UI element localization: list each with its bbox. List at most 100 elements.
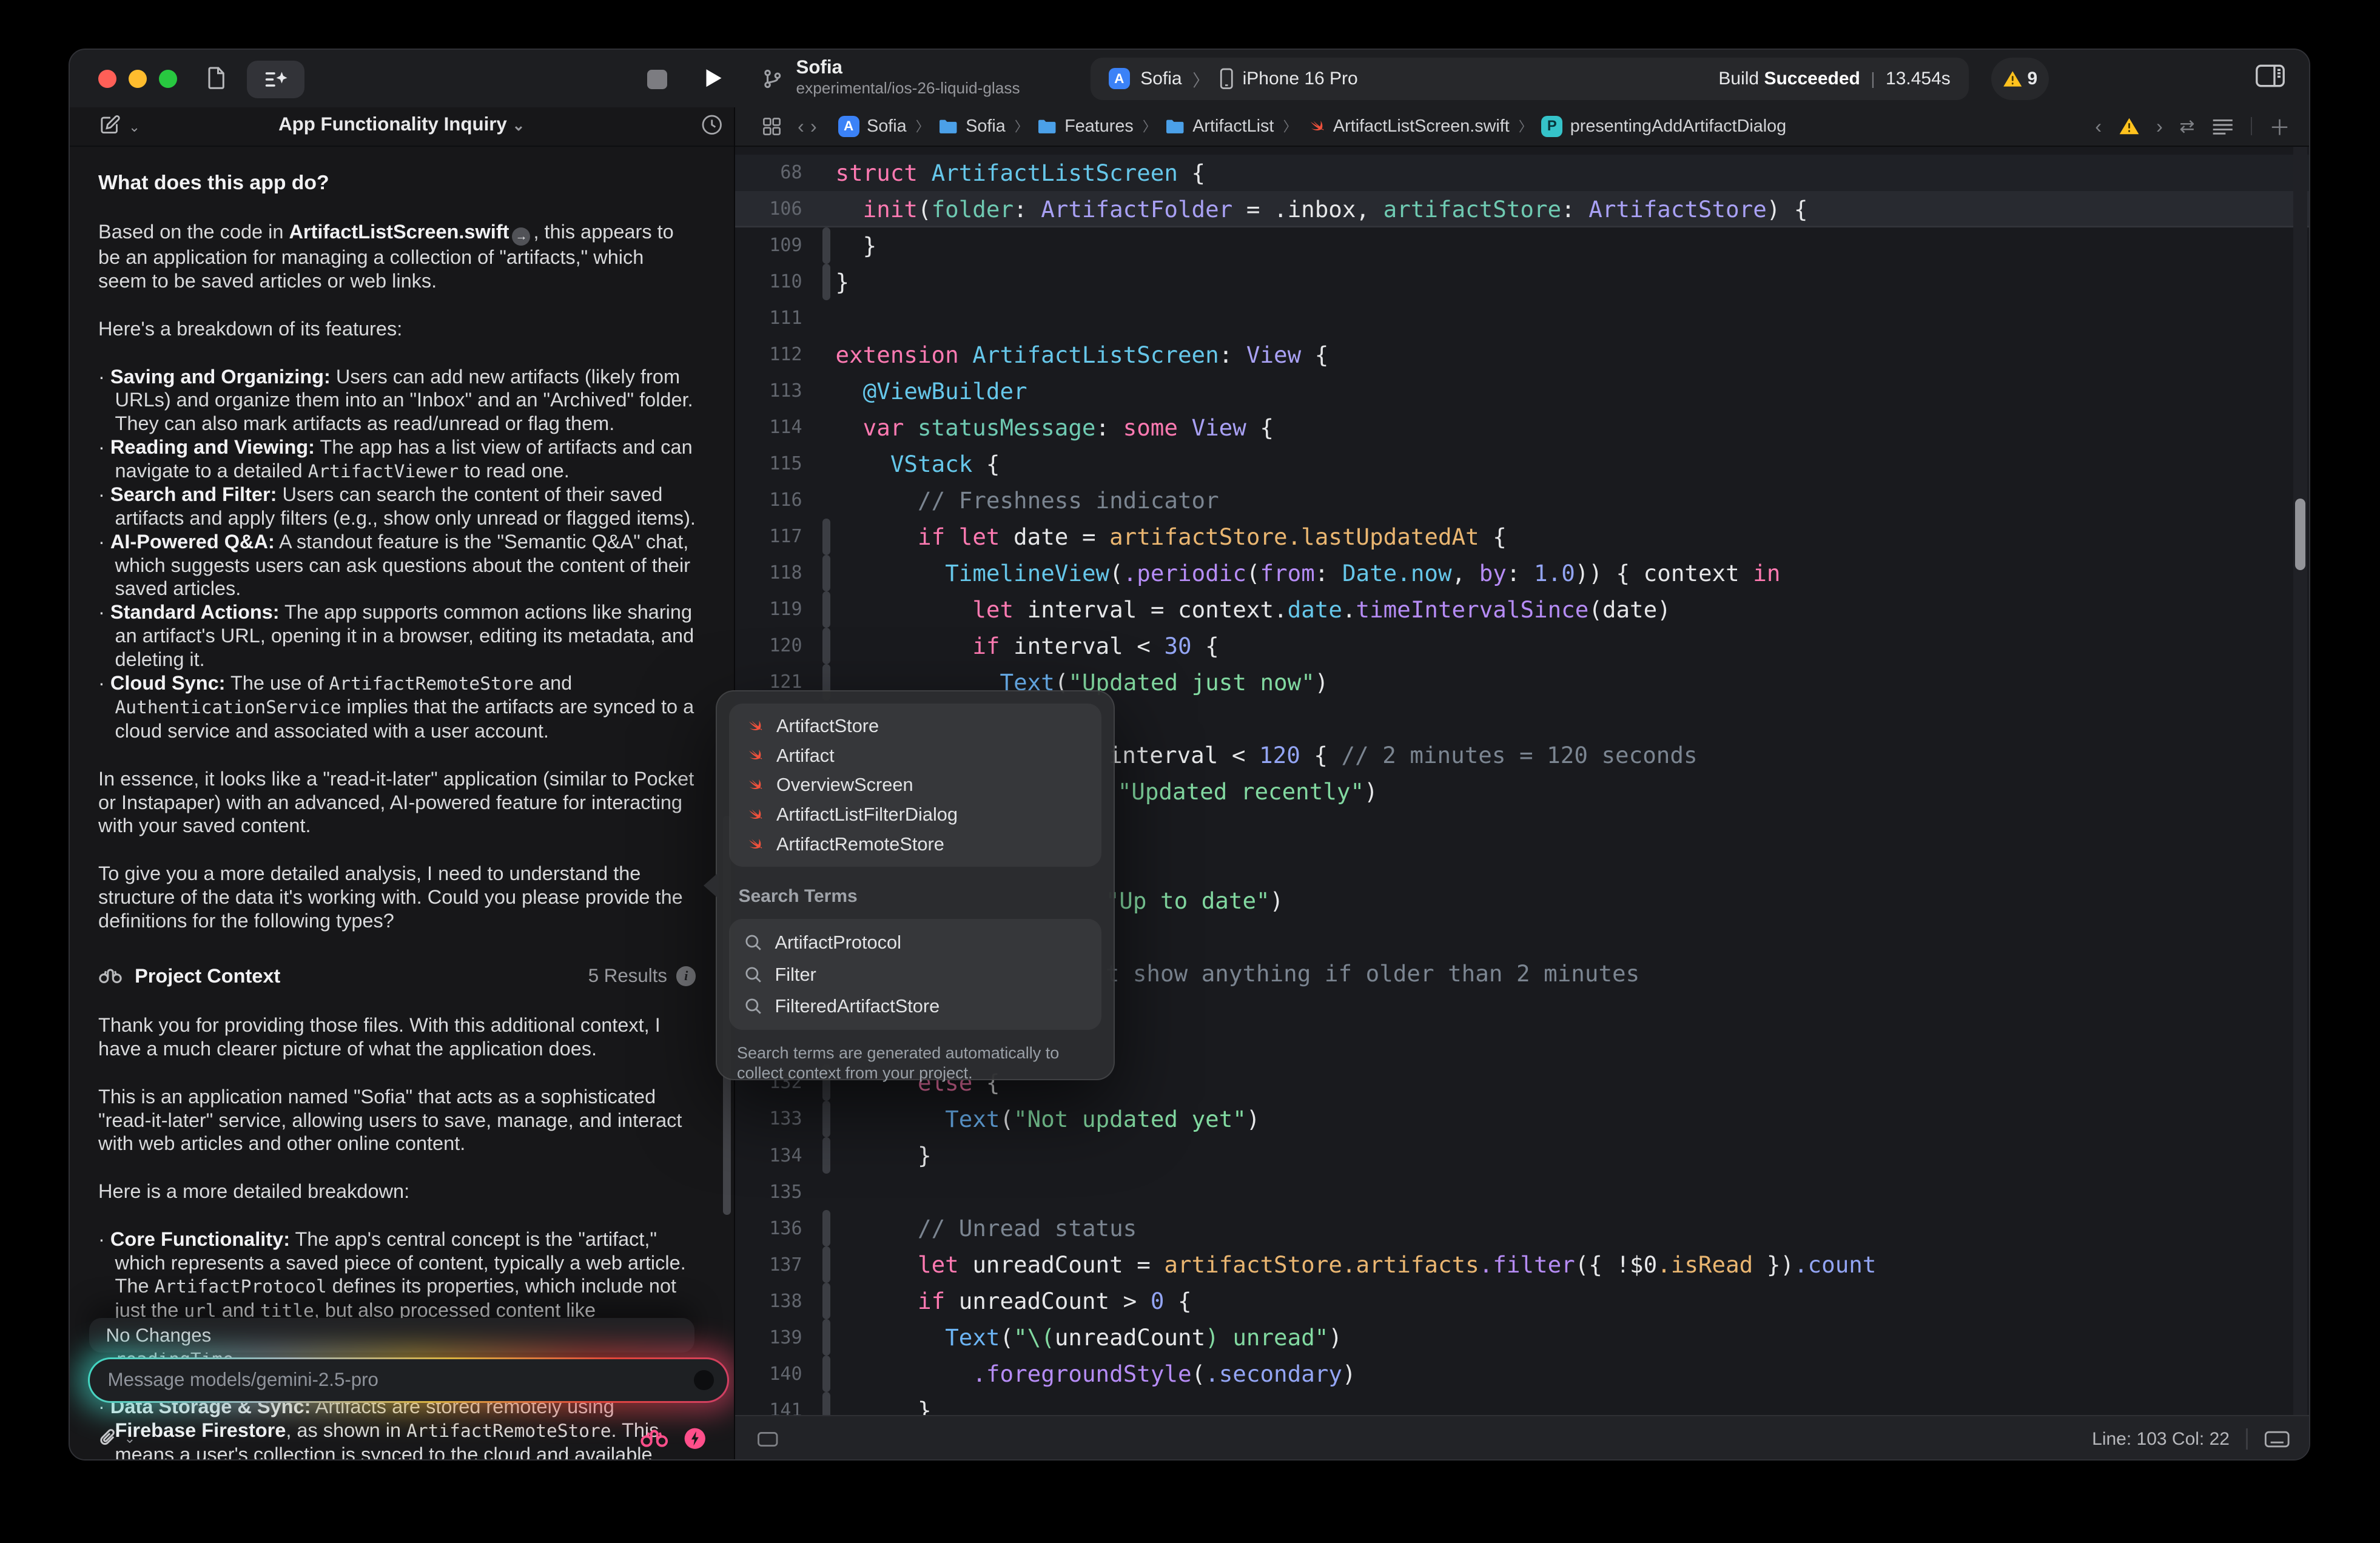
chat-bullet: · Cloud Sync: The use of ArtifactRemoteS…	[98, 671, 696, 743]
code-line[interactable]: 116// Freshness indicator	[735, 482, 2310, 519]
code-line[interactable]: 111	[735, 300, 2310, 337]
code-line[interactable]: 135	[735, 1174, 2310, 1210]
search-term-item[interactable]: Filter	[729, 958, 1101, 990]
editor-scroll-track[interactable]	[2293, 147, 2307, 1461]
code-text: }	[836, 264, 2310, 300]
editor-scroll-thumb[interactable]	[2295, 499, 2306, 570]
line-number: 116	[735, 489, 817, 511]
message-input[interactable]	[90, 1369, 694, 1391]
code-line[interactable]: 114var statusMessage: some View {	[735, 409, 2310, 446]
code-line[interactable]: 110}	[735, 264, 2310, 300]
breadcrumb-item[interactable]: ASofia	[838, 116, 907, 137]
code-line[interactable]: 115VStack {	[735, 446, 2310, 482]
next-issue-icon[interactable]: ›	[2156, 115, 2163, 138]
fold-ribbon-segment	[822, 227, 830, 264]
line-number: 139	[735, 1327, 817, 1348]
code-line[interactable]: 133Text("Not updated yet")	[735, 1101, 2310, 1137]
search-term-item[interactable]: FilteredArtifactStore	[729, 990, 1101, 1023]
code-line[interactable]: 113@ViewBuilder	[735, 373, 2310, 409]
code-line[interactable]: 112extension ArtifactListScreen: View {	[735, 337, 2310, 373]
swift-icon	[1306, 116, 1326, 136]
context-file-item[interactable]: ArtifactListFilterDialog	[729, 800, 1101, 830]
add-editor-icon[interactable]: ＋	[2269, 111, 2290, 142]
code-line[interactable]: 137let unreadCount = artifactStore.artif…	[735, 1246, 2310, 1283]
issue-warning-icon[interactable]	[2119, 117, 2140, 135]
breadcrumb-item[interactable]: Features	[1037, 116, 1133, 136]
chat-title[interactable]: App Functionality Inquiry ⌄	[70, 113, 734, 135]
chevron-down-icon: ⌄	[512, 117, 525, 134]
context-file-item[interactable]: Artifact	[729, 741, 1101, 770]
swift-icon	[744, 716, 764, 736]
code-line[interactable]: 138if unreadCount > 0 {	[735, 1283, 2310, 1319]
chat-paragraph: Here is a more detailed breakdown:	[98, 1180, 696, 1203]
minimap-lines-icon[interactable]	[2211, 118, 2234, 135]
keyboard-icon[interactable]	[2264, 1430, 2290, 1448]
window-zoom-button[interactable]	[159, 70, 177, 88]
device-preview-icon[interactable]	[756, 1430, 779, 1448]
context-file-item[interactable]: OverviewScreen	[729, 770, 1101, 800]
chat-paragraph: Thank you for providing those files. Wit…	[98, 1014, 696, 1061]
code-line[interactable]: 134}	[735, 1137, 2310, 1174]
code-line[interactable]: 109}	[735, 227, 2310, 264]
code-line[interactable]: 136// Unread status	[735, 1210, 2310, 1246]
warning-icon	[2003, 70, 2023, 88]
chat-paragraph: In essence, it looks like a "read-it-lat…	[98, 767, 696, 838]
new-file-icon[interactable]	[204, 65, 229, 91]
swap-editor-icon[interactable]: ⇄	[2179, 116, 2194, 137]
run-button[interactable]	[705, 67, 723, 90]
code-text: }	[836, 1392, 2310, 1415]
project-context-binoculars-icon[interactable]	[640, 1428, 669, 1448]
warning-count-badge[interactable]: 9	[1991, 58, 2049, 100]
code-line[interactable]: 140.foregroundStyle(.secondary)	[735, 1356, 2310, 1392]
attach-button[interactable]: ⌄	[97, 1427, 136, 1450]
xcode-window: Sofia experimental/ios-26-liquid-glass A…	[69, 49, 2310, 1461]
auto-mode-bolt-icon[interactable]	[684, 1427, 707, 1450]
code-line[interactable]: 119let interval = context.date.timeInter…	[735, 591, 2310, 628]
code-text: TimelineView(.periodic(from: Date.now, b…	[836, 555, 2310, 591]
code-line[interactable]: 117if let date = artifactStore.lastUpdat…	[735, 519, 2310, 555]
code-line[interactable]: 118TimelineView(.periodic(from: Date.now…	[735, 555, 2310, 591]
scheme-device-build-pill[interactable]: A Sofia 〉 iPhone 16 Pro Build Succeeded …	[1091, 58, 1969, 100]
search-icon	[744, 933, 762, 952]
breadcrumb-item[interactable]: PpresentingAddArtifactDialog	[1541, 116, 1786, 137]
window-minimize-button[interactable]	[129, 70, 147, 88]
line-number: 68	[735, 162, 817, 183]
window-close-button[interactable]	[98, 70, 116, 88]
code-line[interactable]: 106init(folder: ArtifactFolder = .inbox,…	[735, 191, 2310, 227]
inspector-toggle-icon[interactable]	[2255, 64, 2285, 88]
breadcrumb-item[interactable]: ArtifactListScreen.swift	[1306, 116, 1510, 136]
history-clock-icon[interactable]	[701, 113, 724, 136]
arrow-circle-icon[interactable]: →	[512, 227, 530, 246]
search-term-item[interactable]: ArtifactProtocol	[729, 927, 1101, 959]
chat-bullet: · Saving and Organizing: Users can add n…	[98, 365, 696, 435]
code-line[interactable]: 120if interval < 30 {	[735, 628, 2310, 664]
ai-assistant-toggle-button[interactable]	[247, 61, 304, 99]
send-button[interactable]	[694, 1370, 714, 1390]
device-name[interactable]: iPhone 16 Pro	[1243, 69, 1358, 89]
breadcrumb-item[interactable]: Sofia	[938, 116, 1006, 136]
line-number: 134	[735, 1145, 817, 1166]
line-number: 133	[735, 1108, 817, 1129]
chat-footer: ⌄	[70, 1415, 734, 1461]
back-chevron-icon[interactable]: ‹	[798, 115, 804, 138]
code-line[interactable]: 139Text("\(unreadCount) unread")	[735, 1319, 2310, 1356]
user-question: What does this app do?	[98, 171, 696, 195]
context-file-item[interactable]: ArtifactStore	[729, 711, 1101, 741]
ai-chat-panel: ⌄ App Functionality Inquiry ⌄ What does …	[70, 107, 734, 1461]
context-file-item[interactable]: ArtifactRemoteStore	[729, 830, 1101, 859]
breadcrumb-item[interactable]: ArtifactList	[1165, 116, 1274, 136]
fold-ribbon	[818, 519, 836, 555]
binoculars-icon	[98, 967, 123, 985]
forward-chevron-icon[interactable]: ›	[810, 115, 817, 138]
search-term-label: FilteredArtifactStore	[775, 995, 940, 1017]
related-items-grid-icon[interactable]	[761, 116, 782, 137]
code-line[interactable]: 68struct ArtifactListScreen {	[735, 155, 2310, 191]
stop-button[interactable]	[647, 70, 667, 90]
info-icon[interactable]: i	[676, 966, 696, 986]
previous-issue-icon[interactable]: ‹	[2095, 115, 2102, 138]
project-status[interactable]: Sofia experimental/ios-26-liquid-glass	[761, 56, 1020, 97]
scheme-name[interactable]: Sofia	[1140, 69, 1182, 89]
breadcrumb-label: ArtifactList	[1192, 116, 1274, 136]
fold-ribbon	[818, 482, 836, 519]
code-line[interactable]: 141}	[735, 1392, 2310, 1415]
